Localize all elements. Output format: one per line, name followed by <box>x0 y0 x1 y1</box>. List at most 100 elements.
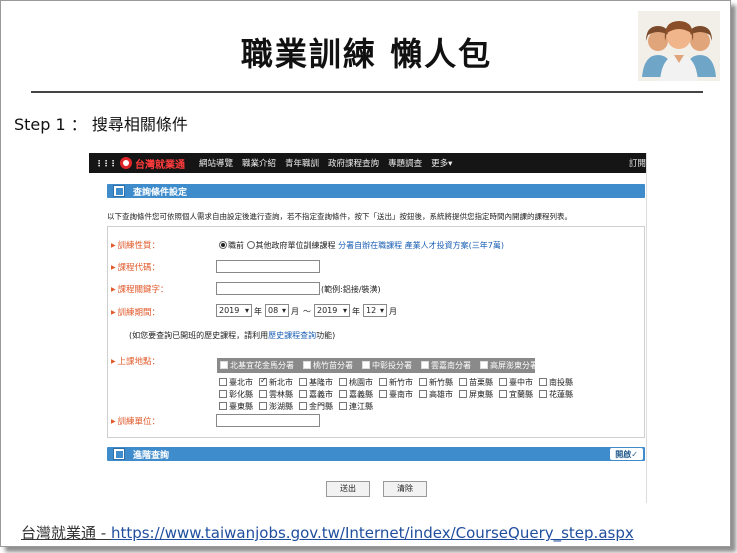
training-unit-input[interactable] <box>216 414 320 427</box>
grid-menu-icon[interactable]: ⋮⋮⋮ <box>95 159 117 168</box>
city-option[interactable]: 金門縣 <box>299 401 339 413</box>
start-year-select[interactable]: 2019 <box>216 304 252 317</box>
radio-pre-employment[interactable] <box>219 241 227 249</box>
city-row: 彰化縣 雲林縣 嘉義市 嘉義縣 臺南市 高雄市 屏東縣 宜蘭縣 花蓮縣 <box>219 389 589 401</box>
city-option[interactable]: 高雄市 <box>419 389 459 401</box>
city-option[interactable]: 連江縣 <box>339 401 379 413</box>
end-month-unit: 月 <box>389 307 397 316</box>
nav-item-subscribe[interactable]: 訂閱 <box>629 157 646 169</box>
city-label: 苗栗縣 <box>469 378 493 387</box>
clear-button[interactable]: 清除 <box>383 481 427 497</box>
city-checkbox[interactable] <box>499 390 507 398</box>
city-option[interactable]: 雲林縣 <box>259 389 299 401</box>
city-label: 雲林縣 <box>269 390 293 399</box>
region-checkbox[interactable] <box>421 361 429 369</box>
start-year-unit: 年 <box>254 307 262 316</box>
keyword-input[interactable] <box>216 282 320 295</box>
city-label: 高雄市 <box>429 390 453 399</box>
city-checkbox[interactable] <box>299 378 307 386</box>
city-option[interactable]: 臺南市 <box>379 389 419 401</box>
nav-item-sitemap[interactable]: 網站導覽 <box>199 157 233 169</box>
history-note: (如您要查詢已開班的歷史課程，請利用歷史課程查詢功能) <box>129 330 335 341</box>
source-url-link[interactable]: https://www.taiwanjobs.gov.tw/Internet/i… <box>111 524 634 542</box>
period-label: 訓練期間： <box>111 306 161 318</box>
city-label: 宜蘭縣 <box>509 390 533 399</box>
city-option[interactable]: 臺東縣 <box>219 401 259 413</box>
city-checkbox[interactable] <box>219 402 227 410</box>
city-checkbox[interactable] <box>339 390 347 398</box>
city-option[interactable]: 宜蘭縣 <box>499 389 539 401</box>
city-checkbox[interactable] <box>259 390 267 398</box>
region-item[interactable]: 雲嘉南分署 <box>421 360 471 371</box>
city-checkbox[interactable] <box>379 390 387 398</box>
city-option[interactable]: 苗栗縣 <box>459 377 499 389</box>
region-checkbox[interactable] <box>220 361 228 369</box>
region-item[interactable]: 桃竹苗分署 <box>303 360 353 371</box>
city-label: 金門縣 <box>309 402 333 411</box>
city-option[interactable]: 新北市 <box>259 376 299 389</box>
nav-item-youth-training[interactable]: 青年職訓 <box>285 157 319 169</box>
radio-other-gov[interactable] <box>246 241 255 249</box>
city-checkbox[interactable] <box>339 378 347 386</box>
city-checkbox[interactable] <box>219 390 227 398</box>
city-checkbox[interactable] <box>339 402 347 410</box>
city-option[interactable]: 新竹市 <box>379 377 419 389</box>
city-option[interactable]: 基隆市 <box>299 377 339 389</box>
city-checkbox[interactable] <box>379 378 387 386</box>
advanced-toggle-button[interactable]: 開啟✓ <box>610 448 643 460</box>
city-checkbox[interactable] <box>259 402 267 410</box>
city-checkbox[interactable] <box>459 378 467 386</box>
city-option[interactable]: 彰化縣 <box>219 389 259 401</box>
submit-button[interactable]: 送出 <box>326 481 370 497</box>
city-checkbox[interactable] <box>459 390 467 398</box>
city-checkbox[interactable] <box>419 390 427 398</box>
history-note-prefix: (如您要查詢已開班的歷史課程，請利用 <box>129 331 269 340</box>
city-option[interactable]: 嘉義市 <box>299 389 339 401</box>
region-item[interactable]: 北基宜花金馬分署 <box>220 360 294 371</box>
city-label: 嘉義市 <box>309 390 333 399</box>
city-option[interactable]: 臺北市 <box>219 377 259 389</box>
city-option[interactable]: 臺中市 <box>499 377 539 389</box>
city-option[interactable]: 澎湖縣 <box>259 401 299 413</box>
city-checkbox[interactable] <box>299 390 307 398</box>
end-month-select[interactable]: 12 <box>363 304 387 317</box>
nav-item-job-intro[interactable]: 職業介紹 <box>242 157 276 169</box>
start-month-select[interactable]: 08 <box>265 304 289 317</box>
city-option[interactable]: 南投縣 <box>539 377 579 389</box>
city-option[interactable]: 嘉義縣 <box>339 389 379 401</box>
nav-item-course-query[interactable]: 政府課程查詢 <box>328 157 379 169</box>
brand-logo[interactable]: ⋮⋮⋮ 台灣就業通 <box>95 156 185 171</box>
end-year-select[interactable]: 2019 <box>314 304 350 317</box>
city-checkbox[interactable] <box>219 378 227 386</box>
city-checkbox[interactable] <box>419 378 427 386</box>
region-checkbox[interactable] <box>362 361 370 369</box>
city-option[interactable]: 花蓮縣 <box>539 389 579 401</box>
course-code-input[interactable] <box>216 260 320 273</box>
region-item[interactable]: 中彰投分署 <box>362 360 412 371</box>
city-option[interactable]: 桃園市 <box>339 377 379 389</box>
region-label: 桃竹苗分署 <box>313 361 353 370</box>
advanced-search-header[interactable]: 進階查詢 開啟✓ <box>107 447 645 461</box>
city-checkbox[interactable] <box>539 390 547 398</box>
city-row: 臺北市 新北市 基隆市 桃園市 新竹市 新竹縣 苗栗縣 臺中市 南投縣 <box>219 376 589 389</box>
taiwanjobs-logo-icon <box>120 157 132 169</box>
nav-item-more[interactable]: 更多▾ <box>431 157 452 169</box>
city-checkbox[interactable] <box>539 378 547 386</box>
region-checkbox[interactable] <box>303 361 311 369</box>
nav-item-survey[interactable]: 專題調查 <box>388 157 422 169</box>
city-checkbox[interactable] <box>499 378 507 386</box>
city-checkbox[interactable] <box>299 402 307 410</box>
region-checkbox[interactable] <box>480 361 488 369</box>
history-course-link[interactable]: 歷史課程查詢 <box>268 331 316 340</box>
region-item[interactable]: 高屏澎東分署 <box>480 360 538 371</box>
section-title: 查詢條件設定 <box>133 187 188 198</box>
city-checkbox[interactable] <box>259 376 267 386</box>
brand-name: 台灣就業通 <box>135 159 185 171</box>
step-heading: Step 1 ： 搜尋相關條件 <box>14 115 188 134</box>
city-option[interactable]: 新竹縣 <box>419 377 459 389</box>
training-program-links[interactable]: 分署自辦在職課程 產業人才投資方案(三年7萬) <box>338 241 504 250</box>
city-label: 臺北市 <box>229 378 253 387</box>
city-option[interactable]: 屏東縣 <box>459 389 499 401</box>
city-checkbox-grid: 臺北市新北市基隆市桃園市新竹市新竹縣苗栗縣臺中市南投縣彰化縣雲林縣嘉義市嘉義縣臺… <box>219 376 589 413</box>
training-type-options: 職前 其他政府單位訓練課程 分署自辦在職課程 產業人才投資方案(三年7萬) <box>219 240 504 251</box>
